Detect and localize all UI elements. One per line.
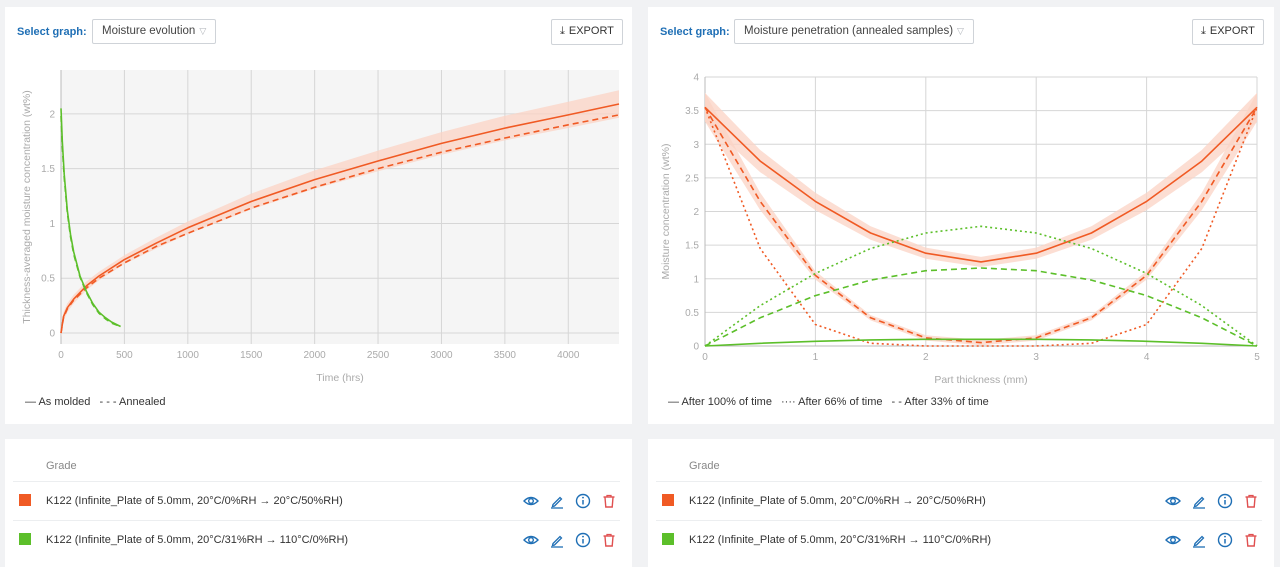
row-actions: [514, 492, 618, 510]
x-tick-label: 1500: [240, 350, 263, 361]
eye-icon[interactable]: [522, 531, 540, 549]
y-tick-label: 0.5: [41, 274, 55, 285]
info-icon[interactable]: [1216, 492, 1234, 510]
y-tick-label: 1.5: [41, 164, 55, 175]
legend-item-after-33: - - After 33% of time: [891, 396, 989, 408]
table-row: K122 (Infinite_Plate of 5.0mm, 20°C/0%RH…: [656, 481, 1262, 520]
series-line: [704, 267, 1258, 347]
x-tick-label: 1000: [177, 350, 200, 361]
y-tick-label: 2: [49, 109, 55, 120]
chart-legend: — As molded - - - Annealed: [25, 396, 172, 408]
grade-column-header: Grade: [46, 460, 77, 472]
moisture-evolution-chart: 0 500 1000 1500 2000 2500 3000 3500 4000 0 0.5 1 1.5…: [21, 70, 620, 384]
chart-legend: — After 100% of time ···· After 66% of t…: [668, 396, 995, 408]
y-tick-label: 2: [693, 207, 699, 218]
x-axis-title: Part thickness (mm): [934, 374, 1027, 386]
y-tick-label: 2.5: [685, 173, 699, 184]
x-tick-label: 0: [58, 350, 64, 361]
trash-icon[interactable]: [1242, 531, 1260, 549]
grade-color-swatch: [19, 494, 31, 506]
edit-icon[interactable]: [1190, 531, 1208, 549]
grade-column-header: Grade: [689, 460, 720, 472]
y-tick-label: 0.5: [685, 308, 699, 319]
row-actions: [1156, 531, 1260, 549]
x-tick-label: 2000: [304, 350, 327, 361]
grade-label: K122 (Infinite_Plate of 5.0mm, 20°C/31%R…: [689, 534, 992, 546]
y-tick-label: 3: [693, 140, 699, 151]
x-tick-label: 500: [116, 350, 133, 361]
info-icon[interactable]: [574, 531, 592, 549]
table-row: K122 (Infinite_Plate of 5.0mm, 20°C/31%R…: [656, 520, 1262, 559]
grade-color-swatch: [19, 533, 31, 545]
edit-icon[interactable]: [548, 531, 566, 549]
legend-item-after-66: ···· After 66% of time: [781, 396, 883, 408]
moisture-penetration-chart: 0 1 2 3 4 5 0 0.5 1 1.5 2 2.5 3 3.5 4 Part thickness (m…: [660, 73, 1260, 387]
grade-label: K122 (Infinite_Plate of 5.0mm, 20°C/31%R…: [46, 534, 349, 546]
x-tick-label: 4: [1144, 352, 1150, 363]
edit-icon[interactable]: [548, 492, 566, 510]
x-axis-title: Time (hrs): [316, 372, 363, 384]
x-tick-label: 4000: [557, 350, 580, 361]
x-tick-label: 1: [813, 352, 819, 363]
table-row: K122 (Infinite_Plate of 5.0mm, 20°C/31%R…: [13, 520, 620, 559]
trash-icon[interactable]: [600, 492, 618, 510]
grade-color-swatch: [662, 494, 674, 506]
legend-item-after-100: — After 100% of time: [668, 396, 772, 408]
y-tick-label: 0: [49, 329, 55, 340]
legend-item-annealed: - - - Annealed: [99, 396, 166, 408]
x-tick-label: 5: [1254, 352, 1260, 363]
info-icon[interactable]: [1216, 531, 1234, 549]
trash-icon[interactable]: [600, 531, 618, 549]
x-tick-label: 2500: [367, 350, 390, 361]
y-tick-label: 0: [693, 342, 699, 353]
x-tick-label: 3: [1033, 352, 1039, 363]
y-tick-label: 4: [693, 73, 699, 84]
x-tick-label: 3000: [430, 350, 453, 361]
y-axis-title: Moisture concentration (wt%): [660, 144, 672, 280]
table-row: K122 (Infinite_Plate of 5.0mm, 20°C/0%RH…: [13, 481, 620, 520]
x-tick-label: 0: [702, 352, 708, 363]
grade-table-card: Grade K122 (Infinite_Plate of 5.0mm, 20°…: [648, 439, 1274, 567]
legend-item-as-molded: — As molded: [25, 396, 91, 408]
y-tick-label: 1: [693, 274, 699, 285]
grade-label: K122 (Infinite_Plate of 5.0mm, 20°C/0%RH…: [689, 495, 986, 507]
x-tick-label: 3500: [494, 350, 517, 361]
x-tick-label: 2: [923, 352, 929, 363]
grade-label: K122 (Infinite_Plate of 5.0mm, 20°C/0%RH…: [46, 495, 343, 507]
y-tick-label: 1: [49, 219, 55, 230]
edit-icon[interactable]: [1190, 492, 1208, 510]
grade-table-card: Grade K122 (Infinite_Plate of 5.0mm, 20°…: [5, 439, 632, 567]
y-tick-label: 3.5: [685, 106, 699, 117]
moisture-evolution-card: Select graph: Moisture evolution ▽ ⤓ EXPOR…: [5, 7, 632, 424]
eye-icon[interactable]: [1164, 531, 1182, 549]
row-actions: [1156, 492, 1260, 510]
eye-icon[interactable]: [522, 492, 540, 510]
row-actions: [514, 531, 618, 549]
grade-color-swatch: [662, 533, 674, 545]
y-tick-label: 1.5: [685, 241, 699, 252]
moisture-penetration-card: Select graph: Moisture penetration (anne…: [648, 7, 1274, 424]
trash-icon[interactable]: [1242, 492, 1260, 510]
eye-icon[interactable]: [1164, 492, 1182, 510]
info-icon[interactable]: [574, 492, 592, 510]
y-axis-title: Thickness-averaged moisture concentratio…: [21, 90, 33, 323]
